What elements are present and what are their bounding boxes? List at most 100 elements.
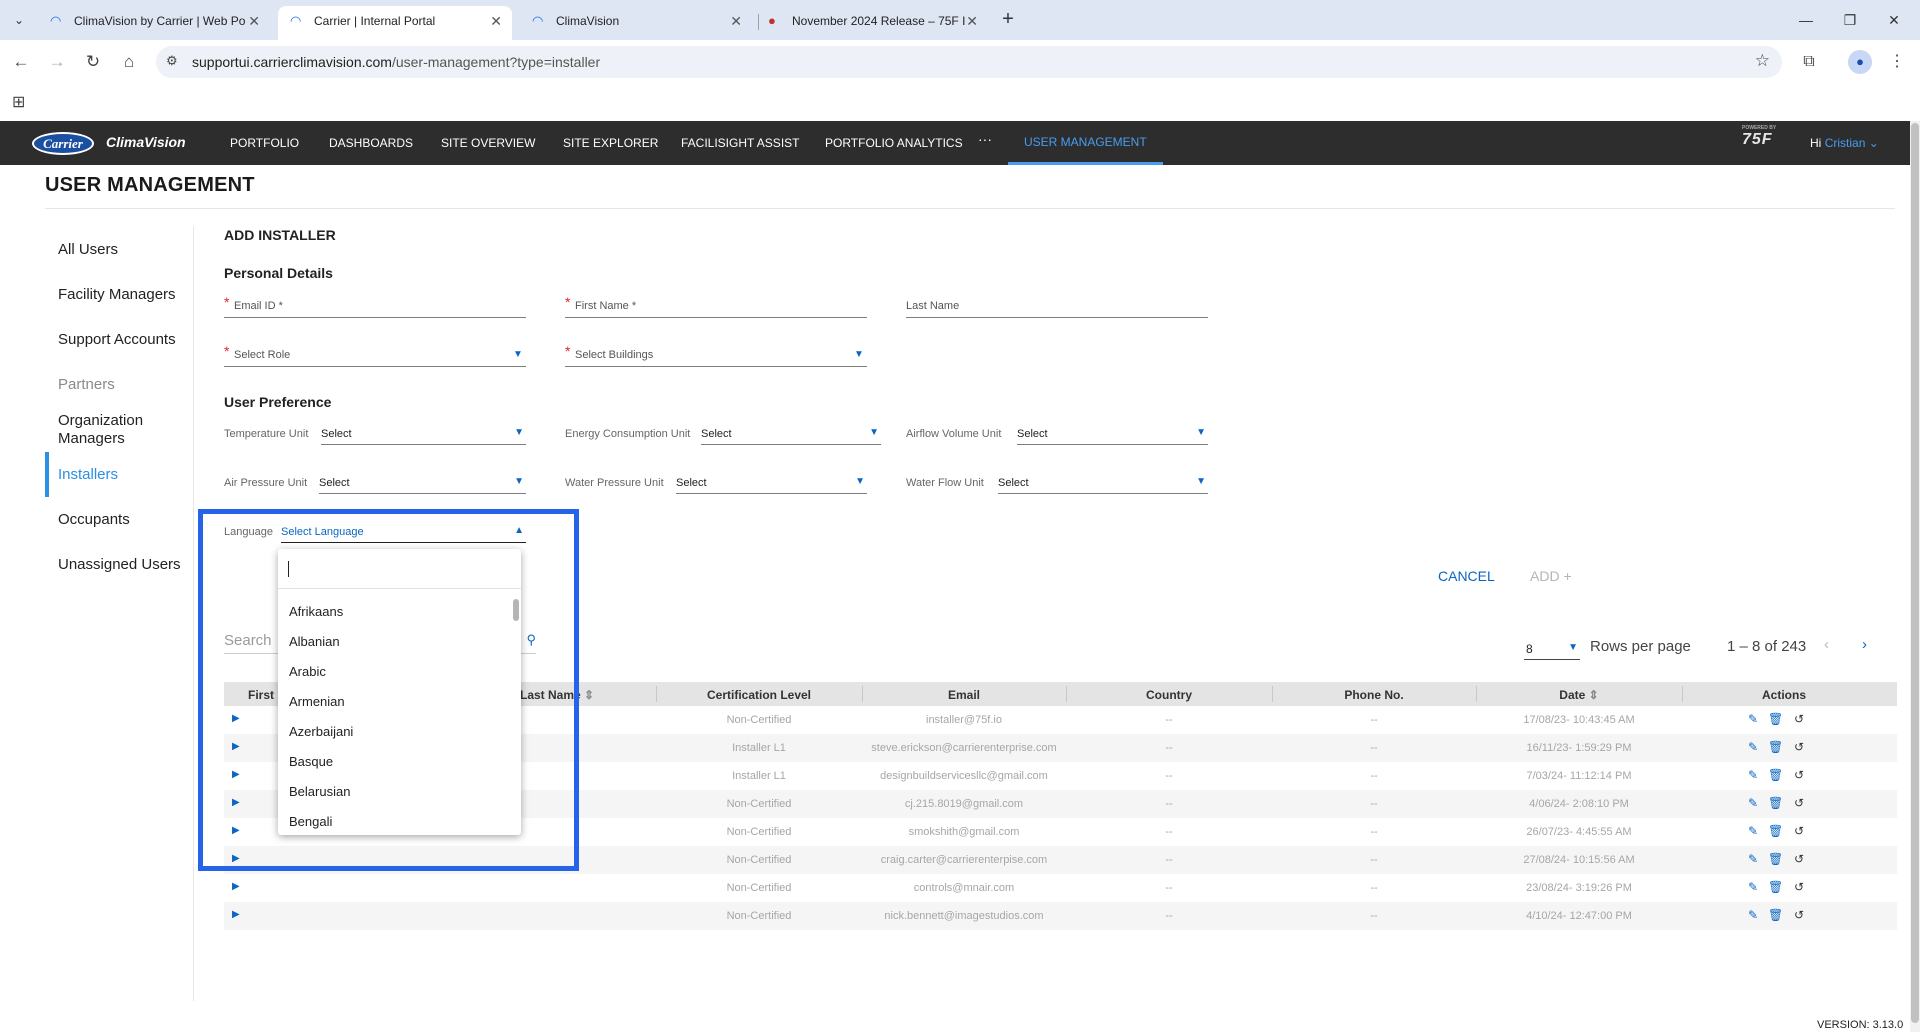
- nav-user-management[interactable]: USER MANAGEMENT: [1008, 121, 1163, 165]
- address-bar[interactable]: ⚙ supportui.carrierclimavision.com/user-…: [156, 46, 1782, 78]
- edit-icon[interactable]: ✎: [1748, 796, 1758, 810]
- minimize-icon[interactable]: —: [1786, 8, 1826, 32]
- menu-kebab-icon[interactable]: ⋮: [1884, 49, 1910, 75]
- forward-icon[interactable]: →: [44, 49, 70, 75]
- close-icon[interactable]: ✕: [966, 6, 978, 36]
- select-role-dropdown[interactable]: * Select Role ▼: [224, 343, 526, 367]
- reload-icon[interactable]: ↻: [80, 49, 106, 75]
- carrier-logo[interactable]: Carrier: [32, 132, 94, 155]
- last-name-field[interactable]: Last Name: [906, 294, 1208, 318]
- temperature-unit-label: Temperature Unit: [224, 428, 309, 440]
- sidebar-item-organization-managers[interactable]: Organization Managers: [58, 412, 168, 448]
- sidebar-item-facility-managers[interactable]: Facility Managers: [58, 286, 176, 304]
- sidebar-item-installers[interactable]: Installers: [58, 466, 118, 484]
- table-row[interactable]: ▶ Non-Certified nick.bennett@imagestudios.…: [224, 902, 1897, 930]
- column-header-certification-level: Certification Level: [706, 688, 812, 702]
- sidebar-item-unassigned-users[interactable]: Unassigned Users: [58, 556, 181, 574]
- extensions-icon[interactable]: ⧉: [1796, 49, 1822, 75]
- tab-search-icon[interactable]: ⌄: [8, 10, 30, 30]
- home-icon[interactable]: ⌂: [116, 49, 142, 75]
- browser-tab-active[interactable]: ◠ Carrier | Internal Portal ✕: [278, 6, 512, 40]
- first-name-field[interactable]: * First Name *: [565, 294, 867, 318]
- edit-icon[interactable]: ✎: [1748, 852, 1758, 866]
- delete-icon[interactable]: 🗑: [1768, 768, 1783, 782]
- tab-title: ClimaVision by Carrier | Web Po: [74, 14, 246, 28]
- reset-icon[interactable]: ↺: [1794, 852, 1804, 866]
- airflow-volume-unit-select[interactable]: Select ▼: [1017, 423, 1208, 445]
- browser-tab[interactable]: ◠ ClimaVision by Carrier | Web Po ✕: [38, 6, 270, 40]
- site-settings-icon[interactable]: ⚙: [166, 53, 178, 69]
- next-page-icon[interactable]: ›: [1862, 636, 1867, 653]
- close-icon[interactable]: ✕: [248, 6, 260, 36]
- select-buildings-dropdown[interactable]: * Select Buildings ▼: [565, 343, 867, 367]
- delete-icon[interactable]: 🗑: [1768, 908, 1783, 922]
- reset-icon[interactable]: ↺: [1794, 796, 1804, 810]
- column-header-date[interactable]: Date ⇕: [1476, 688, 1682, 702]
- email-field[interactable]: * Email ID *: [224, 294, 526, 318]
- tab-title: ClimaVision: [556, 14, 620, 28]
- delete-icon[interactable]: 🗑: [1768, 796, 1783, 810]
- bookmark-star-icon[interactable]: ☆: [1755, 51, 1770, 71]
- temperature-unit-select[interactable]: Select ▼: [321, 423, 526, 445]
- brand-75f-logo: POWERED BY 75F: [1742, 125, 1776, 149]
- edit-icon[interactable]: ✎: [1748, 740, 1758, 754]
- delete-icon[interactable]: 🗑: [1768, 712, 1783, 726]
- delete-icon[interactable]: 🗑: [1768, 824, 1783, 838]
- reset-icon[interactable]: ↺: [1794, 768, 1804, 782]
- close-icon[interactable]: ✕: [490, 6, 502, 36]
- cancel-button[interactable]: CANCEL: [1438, 568, 1495, 584]
- expand-row-icon[interactable]: ▶: [232, 881, 240, 892]
- sidebar-item-all-users[interactable]: All Users: [58, 241, 118, 259]
- sort-icon[interactable]: ⇕: [1589, 688, 1599, 702]
- nav-portfolio-analytics[interactable]: PORTFOLIO ANALYTICS: [825, 121, 963, 165]
- browser-tab[interactable]: ● November 2024 Release – 75F I ✕: [756, 6, 988, 40]
- delete-icon[interactable]: 🗑: [1768, 852, 1783, 866]
- date-cell: 4/10/24- 12:47:00 PM: [1526, 910, 1632, 922]
- water-pressure-unit-select[interactable]: Select ▼: [676, 472, 867, 494]
- scrollbar-thumb[interactable]: [1911, 123, 1919, 1023]
- reset-icon[interactable]: ↺: [1794, 824, 1804, 838]
- page-scrollbar[interactable]: [1910, 121, 1920, 1032]
- nav-facilisight-assist[interactable]: FACILISIGHT ASSIST: [681, 121, 799, 165]
- delete-icon[interactable]: 🗑: [1768, 740, 1783, 754]
- water-flow-unit-select[interactable]: Select ▼: [998, 472, 1208, 494]
- edit-icon[interactable]: ✎: [1748, 908, 1758, 922]
- edit-icon[interactable]: ✎: [1748, 824, 1758, 838]
- reset-icon[interactable]: ↺: [1794, 712, 1804, 726]
- reset-icon[interactable]: ↺: [1794, 908, 1804, 922]
- browser-tab[interactable]: ◠ ClimaVision ✕: [520, 6, 752, 40]
- email-cell: craig.carter@carrierenterpise.com: [880, 854, 1048, 866]
- nav-portfolio[interactable]: PORTFOLIO: [230, 121, 299, 165]
- expand-row-icon[interactable]: ▶: [232, 909, 240, 920]
- date-cell: 23/08/24- 3:19:26 PM: [1526, 882, 1632, 894]
- reset-icon[interactable]: ↺: [1794, 740, 1804, 754]
- table-row[interactable]: ▶ Non-Certified controls@mnair.com -- -- 23/0…: [224, 874, 1897, 902]
- sidebar-item-occupants[interactable]: Occupants: [58, 511, 130, 529]
- nav-site-explorer[interactable]: SITE EXPLORER: [563, 121, 658, 165]
- previous-page-icon[interactable]: ‹: [1824, 636, 1829, 653]
- edit-icon[interactable]: ✎: [1748, 880, 1758, 894]
- delete-icon[interactable]: 🗑: [1768, 880, 1783, 894]
- apps-grid-icon[interactable]: ⊞: [12, 92, 25, 112]
- nav-site-overview[interactable]: SITE OVERVIEW: [441, 121, 535, 165]
- energy-consumption-unit-select[interactable]: Select ▼: [701, 423, 881, 445]
- profile-avatar[interactable]: ●: [1848, 50, 1872, 74]
- nav-more-icon[interactable]: ···: [978, 121, 992, 165]
- date-cell: 16/11/23- 1:59:29 PM: [1526, 742, 1632, 754]
- edit-icon[interactable]: ✎: [1748, 768, 1758, 782]
- add-button[interactable]: ADD +: [1530, 568, 1572, 584]
- certification-cell: Non-Certified: [726, 714, 792, 726]
- close-window-icon[interactable]: ✕: [1874, 8, 1914, 32]
- restore-icon[interactable]: ❐: [1830, 8, 1870, 32]
- rows-per-page-select[interactable]: 8 ▼: [1524, 638, 1580, 660]
- edit-icon[interactable]: ✎: [1748, 712, 1758, 726]
- close-icon[interactable]: ✕: [730, 6, 742, 36]
- air-pressure-unit-select[interactable]: Select ▼: [319, 472, 526, 494]
- sidebar-item-support-accounts[interactable]: Support Accounts: [58, 331, 176, 349]
- sort-icon[interactable]: ⇕: [584, 688, 594, 702]
- back-icon[interactable]: ←: [8, 49, 34, 75]
- new-tab-button[interactable]: +: [996, 8, 1020, 32]
- nav-dashboards[interactable]: DASHBOARDS: [329, 121, 413, 165]
- reset-icon[interactable]: ↺: [1794, 880, 1804, 894]
- user-menu[interactable]: Hi Cristian ⌄: [1810, 136, 1879, 150]
